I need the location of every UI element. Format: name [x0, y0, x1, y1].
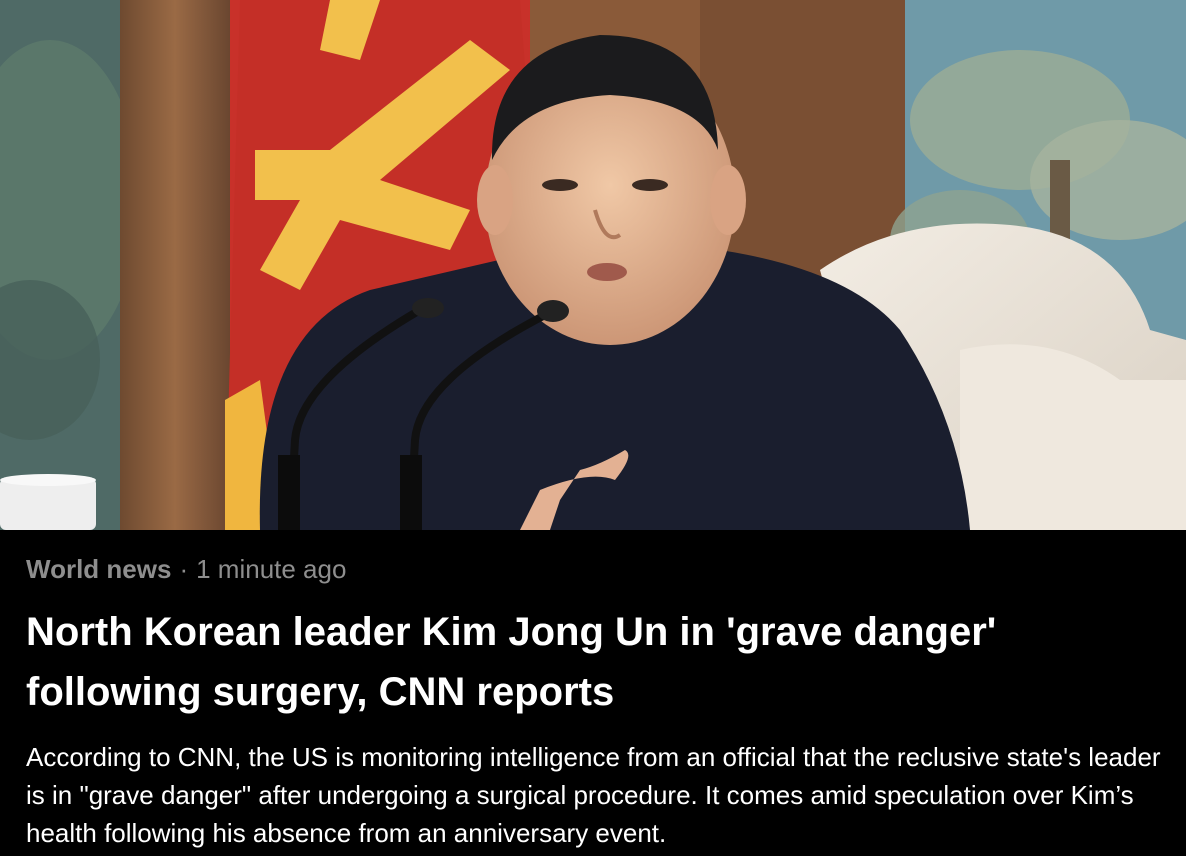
article-headline[interactable]: North Korean leader Kim Jong Un in 'grav… [26, 602, 1086, 722]
article-image[interactable] [0, 0, 1186, 530]
category-label[interactable]: World news [26, 554, 171, 584]
news-card[interactable]: World news · 1 minute ago North Korean lea… [0, 0, 1186, 856]
article-summary: According to CNN, the US is monitoring i… [26, 742, 1161, 848]
article-text-area: World news · 1 minute ago North Korean lea… [0, 530, 1186, 856]
meta-separator: · [179, 554, 189, 584]
timestamp: 1 minute ago [196, 554, 347, 584]
article-photo [0, 0, 1186, 530]
article-meta: World news · 1 minute ago [26, 552, 346, 586]
